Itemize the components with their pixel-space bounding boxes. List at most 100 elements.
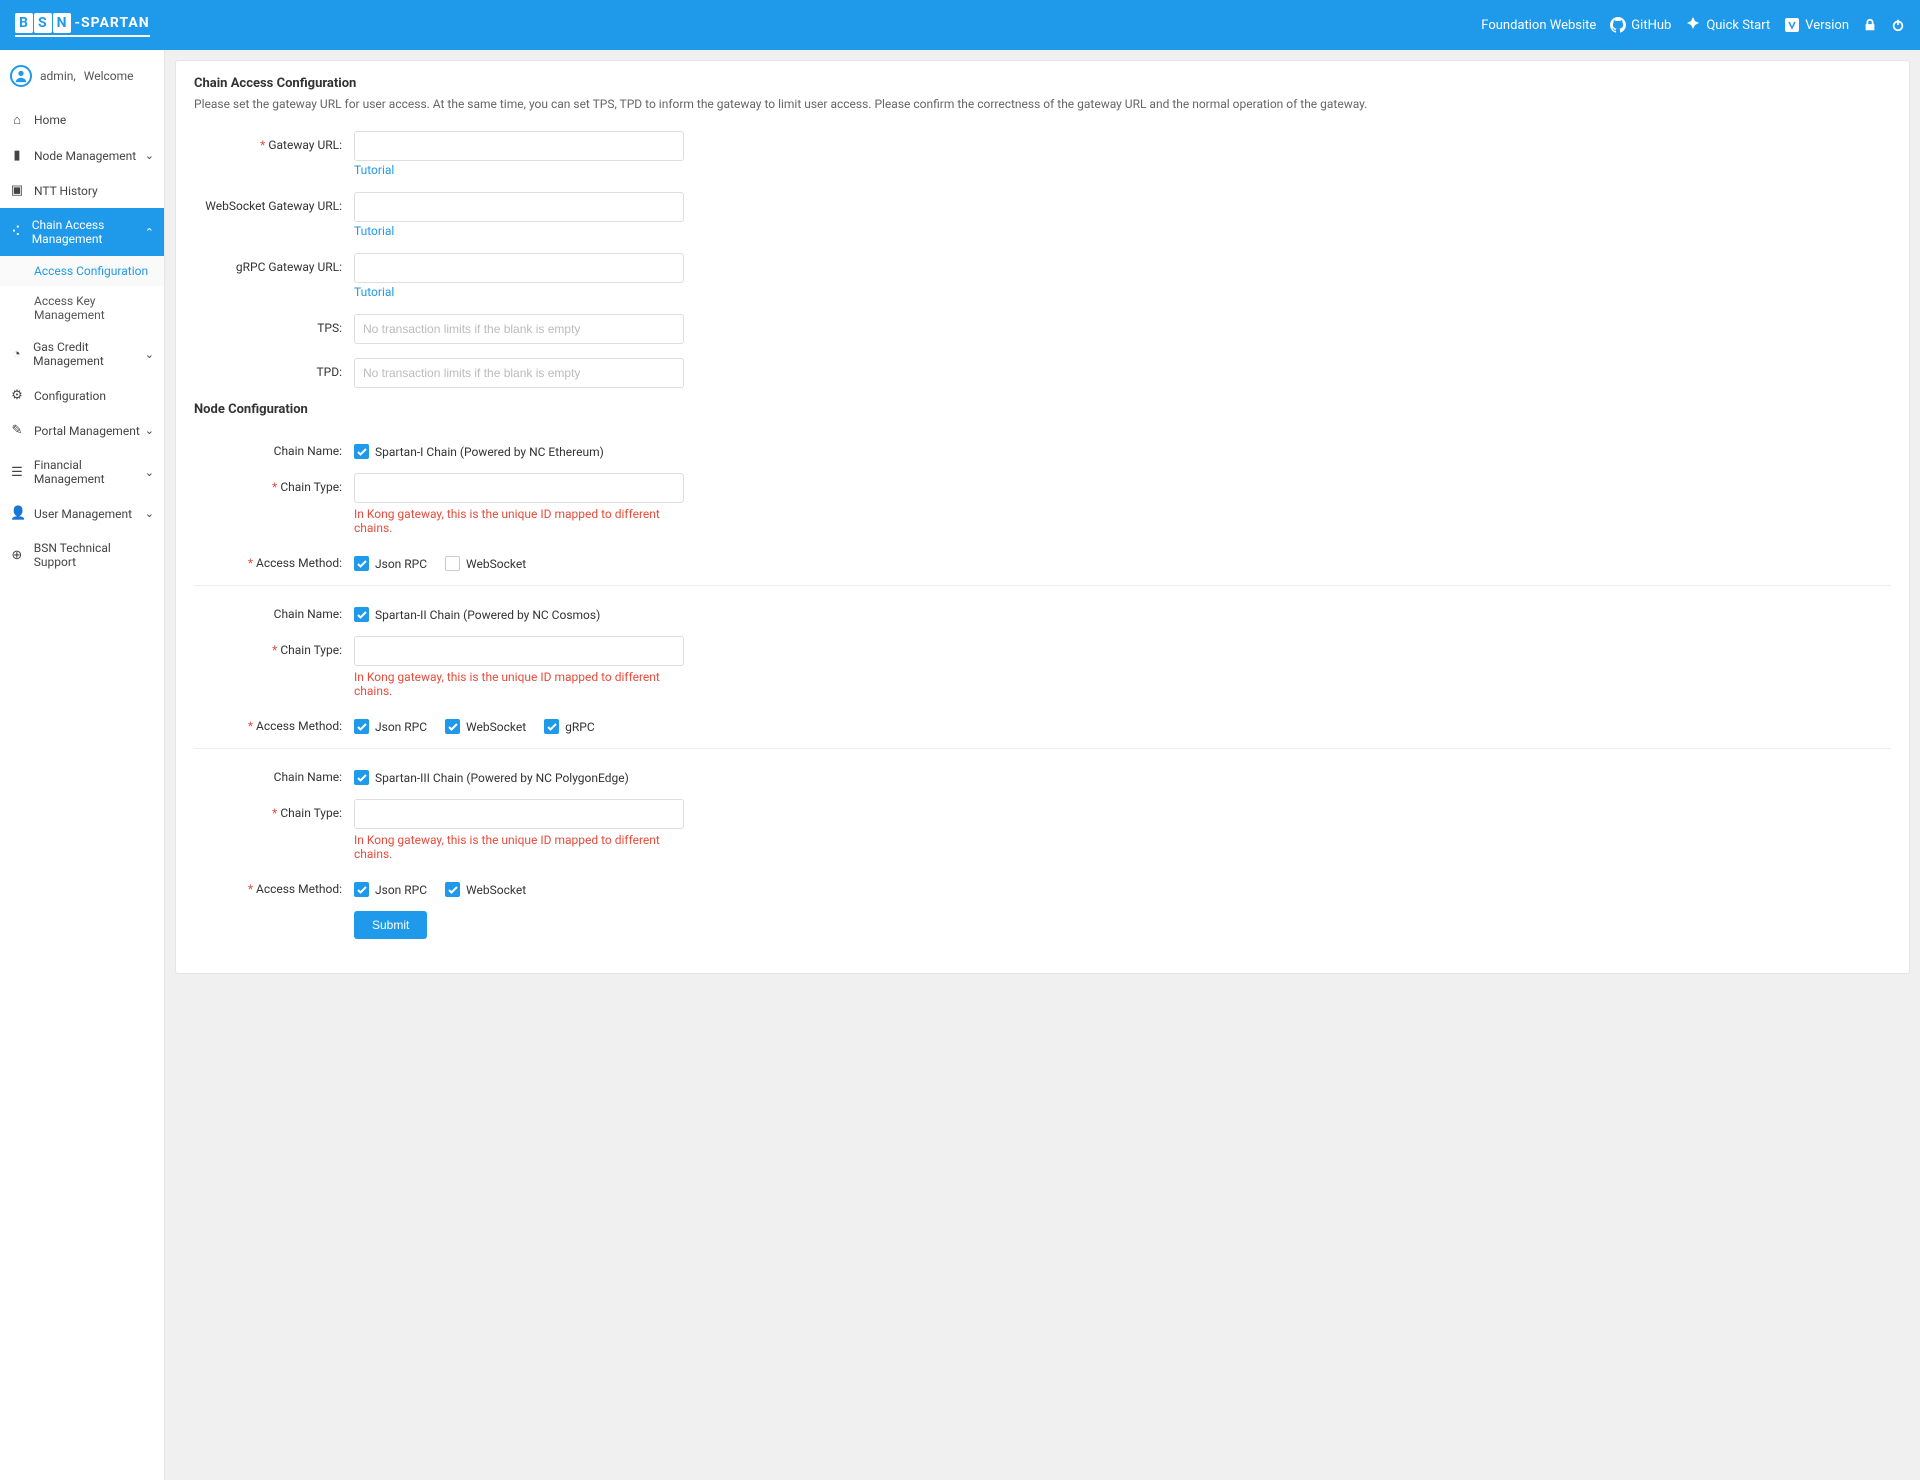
chain1-checkbox[interactable] [354,444,369,459]
sidebar-item-user-mgmt[interactable]: 👤 User Management ⌄ [0,496,164,531]
credit-icon: ◔ [10,346,23,362]
field-hint: In Kong gateway, this is the unique ID m… [354,833,684,861]
chain1-websocket-checkbox[interactable] [445,556,460,571]
top-nav: Foundation Website GitHub Quick Start Ve… [1481,17,1905,33]
gear-icon: ⚙ [10,388,24,403]
chain3-type-input[interactable] [354,799,684,829]
main-panel: Chain Access Configuration Please set th… [175,60,1910,974]
rocket-icon [1685,17,1701,33]
chain1-jsonrpc-checkbox[interactable] [354,556,369,571]
sidebar-item-home[interactable]: ⌂Home [0,102,164,138]
sidebar-item-financial[interactable]: ☰Financial Management⌄ [0,448,164,496]
version-icon [1784,17,1800,33]
sidebar-item-configuration[interactable]: ⚙ Configuration [0,378,164,413]
field-label: Access Method: [256,882,342,896]
sidebar-item-chain-access[interactable]: ⠪Chain Access Management⌃ [0,208,164,256]
chain3-jsonrpc-checkbox[interactable] [354,882,369,897]
sidebar-subitem-access-config[interactable]: Access Configuration [0,256,164,286]
field-label: Chain Type: [280,643,342,657]
nav-label: Quick Start [1706,18,1770,33]
section-title: Chain Access Configuration [194,76,1891,91]
logo[interactable]: B S N -SPARTAN [15,0,150,50]
chain2-websocket-checkbox[interactable] [445,719,460,734]
logo-text: -SPARTAN [74,15,149,31]
ws-gateway-url-input[interactable] [354,192,684,222]
sidebar-subitem-access-key[interactable]: Access Key Management [0,286,164,330]
tps-input[interactable] [354,314,684,344]
chain2-checkbox[interactable] [354,607,369,622]
chevron-up-icon: ⌃ [145,226,154,239]
nav-label: Version [1805,18,1849,33]
chain3-websocket-checkbox[interactable] [445,882,460,897]
sidebar-item-label: Portal Management [34,424,140,438]
sidebar-item-ntt-history[interactable]: ▣NTT History [0,173,164,208]
sidebar-item-label: Access Configuration [34,264,148,278]
divider [194,585,1891,586]
nav-github[interactable]: GitHub [1610,17,1671,33]
power-icon[interactable] [1891,18,1905,32]
sidebar-item-label: BSN Technical Support [34,541,154,569]
sidebar-item-label: NTT History [34,184,98,198]
sidebar-item-label: Node Management [34,149,136,163]
checkbox-label: Spartan-III Chain (Powered by NC Polygon… [375,771,629,785]
field-label: Chain Type: [280,480,342,494]
divider [194,748,1891,749]
home-icon: ⌂ [10,112,24,128]
edit-icon: ✎ [10,423,24,438]
sidebar-item-node-management[interactable]: ▮Node Management⌄ [0,138,164,173]
tutorial-link[interactable]: Tutorial [354,285,394,299]
avatar-icon [10,65,32,87]
nav-foundation[interactable]: Foundation Website [1481,18,1596,33]
field-label: Gateway URL: [268,138,342,152]
field-label: gRPC Gateway URL: [236,260,342,274]
user-name: admin, [40,69,76,83]
checkbox-label: WebSocket [466,720,526,734]
gateway-url-input[interactable] [354,131,684,161]
field-label: TPS: [317,321,342,335]
user-block: admin, Welcome [0,50,164,102]
sidebar-item-gas-credit[interactable]: ◔ Gas Credit Management⌄ [0,330,164,378]
chain1-type-input[interactable] [354,473,684,503]
nav-version[interactable]: Version [1784,17,1849,33]
sidebar-item-support[interactable]: ⊕BSN Technical Support [0,531,164,579]
chain3-checkbox[interactable] [354,770,369,785]
sidebar-item-label: Gas Credit Management [33,340,154,368]
field-label: Chain Name: [274,770,342,784]
user-icon: 👤 [10,506,24,521]
field-label: TPD: [316,365,342,379]
field-label: Chain Type: [280,806,342,820]
card-icon: ☰ [10,465,24,480]
nav-quick-start[interactable]: Quick Start [1685,17,1770,33]
sidebar-item-label: Configuration [34,389,106,403]
chain2-type-input[interactable] [354,636,684,666]
chevron-down-icon: ⌄ [145,149,154,162]
logo-letter: S [34,13,52,33]
checkbox-label: Spartan-I Chain (Powered by NC Ethereum) [375,445,604,459]
checkbox-label: Spartan-II Chain (Powered by NC Cosmos) [375,608,600,622]
nav-label: Foundation Website [1481,18,1596,33]
sidebar-item-label: Chain Access Management [32,218,154,246]
lock-icon[interactable] [1863,18,1877,32]
tutorial-link[interactable]: Tutorial [354,224,394,238]
logo-letter: B [15,13,33,33]
grpc-gateway-url-input[interactable] [354,253,684,283]
sidebar: admin, Welcome ⌂Home ▮Node Management⌄ ▣… [0,50,165,1480]
logo-letter: N [53,13,72,33]
github-icon [1610,17,1626,33]
checkbox-label: Json RPC [375,720,427,734]
sidebar-item-label: User Management [34,507,132,521]
chain2-grpc-checkbox[interactable] [544,719,559,734]
checkbox-label: WebSocket [466,557,526,571]
submit-button[interactable]: Submit [354,911,427,939]
field-label: Chain Name: [274,607,342,621]
sidebar-item-portal[interactable]: ✎Portal Management⌄ [0,413,164,448]
tpd-input[interactable] [354,358,684,388]
field-label: Chain Name: [274,444,342,458]
chain2-jsonrpc-checkbox[interactable] [354,719,369,734]
checkbox-label: Json RPC [375,883,427,897]
tutorial-link[interactable]: Tutorial [354,163,394,177]
sidebar-item-label: Access Key Management [34,294,105,322]
chevron-down-icon: ⌄ [145,348,154,361]
field-label: WebSocket Gateway URL: [205,199,342,213]
chevron-down-icon: ⌄ [145,507,154,520]
